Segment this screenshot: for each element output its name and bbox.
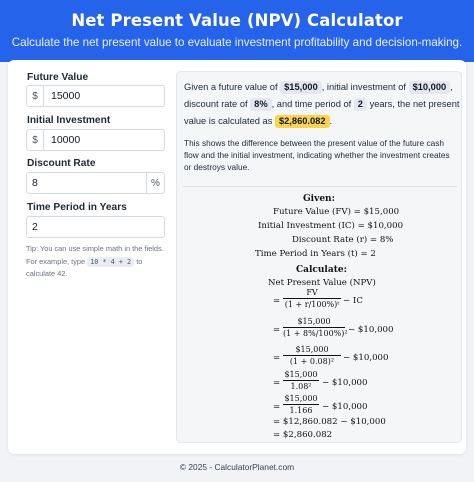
summary-text: , initial investment of	[321, 82, 406, 92]
summary-text: value is calculated as	[184, 116, 273, 126]
eq-rest: − $10,000	[322, 378, 368, 388]
percent-suffix: %	[146, 173, 164, 193]
initial-investment-field[interactable]: $ 10000	[26, 129, 165, 151]
given-line: Initial Investment (IC) = $10,000	[258, 221, 404, 231]
fraction: $15,000 1.166	[283, 394, 319, 415]
fraction: $15,000 1.08²	[283, 370, 319, 391]
result-panel: Given a future value of $15,000, initial…	[176, 71, 462, 443]
summary-text: , and time period of	[271, 99, 352, 109]
initial-investment-label: Initial Investment	[27, 115, 111, 126]
given-line: Future Value (FV) = $15,000	[273, 207, 400, 217]
numerator: $15,000	[284, 394, 318, 403]
summary-text: Given a future value of	[184, 82, 278, 92]
denominator: 1.08²	[290, 382, 312, 391]
given-line: Discount Rate (r) = 8%	[292, 235, 394, 245]
equals-sign: =	[273, 353, 281, 363]
result-summary: Given a future value of $15,000, initial…	[184, 79, 460, 130]
page-title: Net Present Value (NPV) Calculator	[71, 11, 403, 30]
numerator: $15,000	[284, 370, 318, 379]
numerator: $15,000	[295, 345, 329, 354]
eq-result: = $2,860.082	[273, 430, 333, 440]
future-value-label: Future Value	[27, 72, 89, 83]
equals-sign: =	[273, 402, 281, 412]
summary-text: ,	[450, 82, 453, 92]
equals-sign: =	[273, 378, 281, 388]
summary-text: .	[329, 116, 333, 126]
result-explanation: This shows the difference between the pr…	[184, 138, 450, 172]
discount-rate-label: Discount Rate	[27, 158, 96, 169]
future-value-input[interactable]: 15000	[44, 86, 164, 106]
equals-sign: =	[273, 325, 281, 335]
ic-pill: $10,000	[408, 81, 451, 94]
rate-pill: 8%	[250, 98, 272, 111]
discount-rate-field[interactable]: 8 %	[26, 172, 165, 194]
page-subtitle: Calculate the net present value to evalu…	[11, 36, 463, 49]
time-pill: 2	[353, 98, 367, 111]
calculator-card: Future Value $ 15000 Initial Investment …	[8, 60, 466, 454]
tip-code: 10 * 4 + 2	[87, 256, 135, 267]
denominator: 1.166	[289, 406, 313, 415]
discount-rate-input[interactable]: 8	[27, 173, 146, 193]
equals-sign: =	[273, 296, 281, 306]
summary-text: discount rate of	[184, 99, 248, 109]
initial-investment-input[interactable]: 10000	[44, 130, 164, 150]
time-period-label: Time Period in Years	[27, 202, 127, 213]
numerator: FV	[306, 288, 318, 297]
dollar-prefix: $	[27, 130, 44, 150]
eq-rest: − $10,000	[348, 325, 394, 335]
tip-text: Tip: You can use simple math in the fiel…	[26, 243, 171, 281]
fv-pill: $15,000	[280, 81, 322, 94]
page-header: Net Present Value (NPV) Calculator Calcu…	[0, 0, 474, 62]
denominator: (1 + 8%/100%)²	[283, 329, 348, 338]
footer: © 2025 - CalculatorPlanet.com	[179, 462, 295, 472]
eq-rest: − $10,000	[343, 353, 389, 363]
time-period-input[interactable]: 2	[27, 217, 164, 237]
fraction: $15,000 (1 + 0.08)²	[283, 345, 341, 366]
summary-text: years, the net present	[369, 99, 460, 109]
dollar-prefix: $	[27, 86, 44, 106]
result-pill: $2,860.082	[274, 115, 330, 128]
numerator: $15,000	[297, 317, 331, 326]
denominator: (1 + r/100%)ᵗ	[284, 300, 340, 309]
eq-rest: − $10,000	[322, 402, 368, 412]
npv-label: Net Present Value (NPV)	[268, 278, 376, 288]
fraction: FV (1 + r/100%)ᵗ	[283, 288, 341, 309]
eq-line: = $12,860.082 − $10,000	[273, 417, 386, 427]
denominator: (1 + 0.08)²	[289, 357, 335, 366]
future-value-field[interactable]: $ 15000	[26, 85, 165, 107]
calculate-heading: Calculate:	[296, 265, 347, 275]
fraction: $15,000 (1 + 8%/100%)²	[283, 317, 348, 338]
given-heading: Given:	[303, 194, 335, 204]
time-period-field[interactable]: 2	[26, 216, 165, 238]
given-line: Time Period in Years (t) = 2	[255, 249, 376, 259]
divider	[183, 186, 457, 187]
eq-rest: − IC	[343, 296, 363, 306]
